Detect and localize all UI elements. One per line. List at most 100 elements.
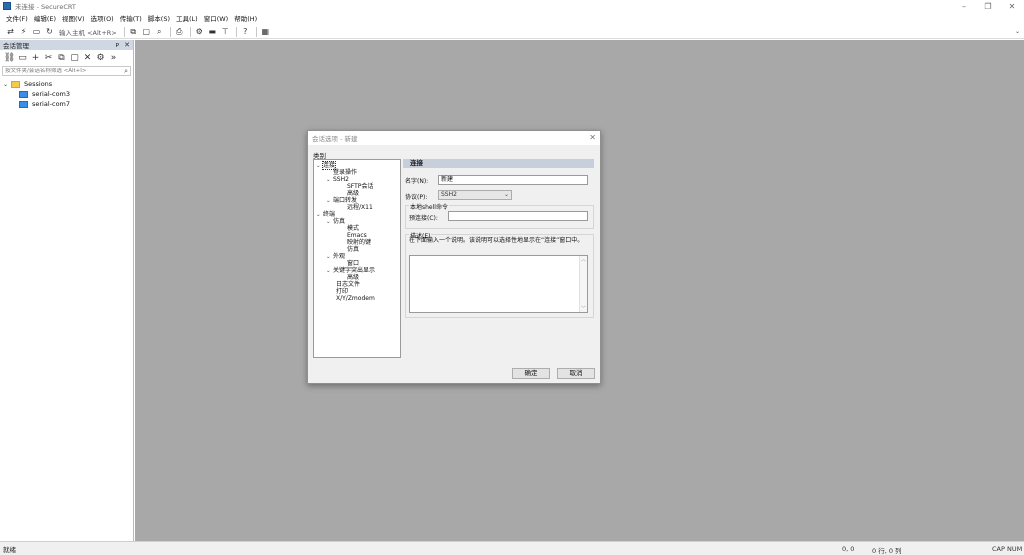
- keymap-icon[interactable]: ▬: [207, 26, 218, 37]
- preconnect-label: 预连接(C):: [409, 215, 438, 222]
- category-advanced[interactable]: 高级: [347, 190, 359, 197]
- cancel-button[interactable]: 取消: [557, 368, 595, 379]
- category-label-text: 仿真: [333, 218, 346, 225]
- menu-script[interactable]: 脚本(S): [148, 13, 170, 23]
- tile-icon[interactable]: ▦: [260, 26, 271, 37]
- dialog-close-icon[interactable]: ✕: [589, 133, 596, 142]
- category-remote-x11[interactable]: 远程/X11: [347, 204, 373, 211]
- category-emulation[interactable]: ⌄ 仿真: [326, 218, 345, 226]
- category-highlight-advanced[interactable]: 高级: [347, 274, 359, 281]
- category-emulation-advanced[interactable]: 仿真: [347, 246, 359, 253]
- status-bar: 就绪 0, 0 0 行, 0 列 CAP NUM: [0, 541, 1024, 555]
- delete-icon[interactable]: ✕: [82, 53, 93, 64]
- category-printing[interactable]: 打印: [336, 288, 348, 295]
- ok-button[interactable]: 确定: [512, 368, 550, 379]
- chevron-down-icon[interactable]: ⌄: [326, 177, 333, 184]
- menu-file[interactable]: 文件(F): [6, 13, 28, 23]
- cut-icon[interactable]: ✂: [43, 53, 54, 64]
- sftp-icon[interactable]: ⊤: [220, 26, 231, 37]
- print-icon[interactable]: ⎙: [174, 26, 185, 37]
- name-field[interactable]: 新建: [438, 175, 588, 185]
- category-label-text: 端口转发: [333, 197, 358, 204]
- session-manager-controls: ᴘ ✕: [115, 40, 130, 50]
- session-folder-label: Sessions: [24, 80, 53, 88]
- chevron-down-icon[interactable]: ⌄: [326, 268, 333, 275]
- title-bar: 未连接 - SecureCRT – ❐ ✕: [0, 0, 1024, 12]
- menu-edit[interactable]: 编辑(E): [34, 13, 56, 23]
- session-tree: ⌄ Sessions serial-com3 serial-com7: [0, 79, 133, 109]
- chevron-down-icon[interactable]: ⌄: [326, 198, 333, 205]
- session-item-label: serial-com3: [32, 90, 71, 98]
- chevron-down-icon[interactable]: ⌄: [326, 219, 333, 226]
- category-sftp-session[interactable]: SFTP会话: [347, 183, 373, 190]
- settings-icon[interactable]: ⚙: [194, 26, 205, 37]
- category-modes[interactable]: 模式: [347, 225, 359, 232]
- copy-icon[interactable]: ⧉: [128, 26, 139, 37]
- toolbar-separator: [169, 26, 171, 37]
- menu-options[interactable]: 选项(O): [91, 13, 114, 23]
- session-filter[interactable]: ⌕: [2, 66, 131, 76]
- toolbar-separator: [123, 26, 125, 37]
- category-login-actions[interactable]: 登录操作: [333, 169, 357, 176]
- chevron-down-icon[interactable]: ⌄: [326, 254, 333, 261]
- category-emacs[interactable]: Emacs: [347, 232, 367, 239]
- scrollbar[interactable]: ︿ ﹀: [579, 256, 587, 312]
- section-title: 连接: [403, 159, 594, 168]
- category-appearance[interactable]: ⌄ 外观: [326, 253, 345, 261]
- link-icon[interactable]: ⛓: [4, 53, 15, 64]
- menu-window[interactable]: 窗口(W): [204, 13, 229, 23]
- quick-connect-icon[interactable]: ⚡: [18, 26, 29, 37]
- find-icon[interactable]: ⌕: [154, 26, 165, 37]
- session-item-label: serial-com7: [32, 100, 71, 108]
- tab-icon[interactable]: ▭: [17, 53, 28, 64]
- menu-view[interactable]: 视图(V): [62, 13, 85, 23]
- category-label-text: 连接: [321, 161, 337, 170]
- close-window-button[interactable]: ✕: [1000, 0, 1024, 12]
- paste-session-icon[interactable]: ▢: [69, 53, 80, 64]
- properties-icon[interactable]: ⚙: [95, 53, 106, 64]
- protocol-label: 协议(P):: [405, 194, 428, 201]
- window-controls: – ❐ ✕: [952, 0, 1024, 12]
- chevron-down-icon[interactable]: ⌄: [316, 212, 323, 219]
- dialog-title-bar: 会话选项 - 新建 ✕: [308, 131, 600, 145]
- category-tree: ⌄ 连接 登录操作 ⌄ SSH2 SFTP会话 高级 ⌄ 端口转发 远程/X11 ⌄ 终…: [313, 159, 401, 358]
- session-filter-input[interactable]: [5, 68, 123, 74]
- menu-help[interactable]: 帮助(H): [234, 13, 257, 23]
- copy-session-icon[interactable]: ⧉: [56, 53, 67, 64]
- toolbar-overflow-icon[interactable]: ⌄: [1015, 28, 1020, 35]
- maximize-button[interactable]: ❐: [976, 0, 1000, 12]
- add-icon[interactable]: +: [30, 53, 41, 64]
- chevron-down-icon[interactable]: ⌄: [3, 81, 11, 88]
- scroll-down-icon[interactable]: ﹀: [581, 305, 586, 312]
- category-window[interactable]: 窗口: [347, 260, 359, 267]
- more-icon[interactable]: »: [108, 53, 119, 64]
- category-log-file[interactable]: 日志文件: [336, 281, 360, 288]
- reconnect-icon[interactable]: ↻: [44, 26, 55, 37]
- category-mapped-keys[interactable]: 映射的键: [347, 239, 371, 246]
- category-label-text: SSH2: [333, 176, 349, 183]
- scroll-up-icon[interactable]: ︿: [581, 256, 586, 263]
- session-item[interactable]: serial-com7: [0, 99, 133, 109]
- session-manager-panel: 会话管理 ᴘ ✕ ⛓ ▭ + ✂ ⧉ ▢ ✕ ⚙ » ⌕ ⌄ Sessions …: [0, 40, 134, 541]
- session-item[interactable]: serial-com3: [0, 89, 133, 99]
- menu-transfer[interactable]: 传输(T): [120, 13, 142, 23]
- pin-icon[interactable]: ᴘ: [115, 41, 119, 49]
- connect-icon[interactable]: ⇄: [5, 26, 16, 37]
- protocol-select[interactable]: SSH2 ⌄: [438, 190, 512, 200]
- search-icon[interactable]: ⌕: [124, 67, 128, 76]
- host-prompt[interactable]: 输入主机 <Alt+R>: [59, 27, 117, 37]
- category-ssh2[interactable]: ⌄ SSH2: [326, 176, 349, 184]
- connect-tab-icon[interactable]: ▭: [31, 26, 42, 37]
- monitor-icon: [19, 90, 28, 98]
- category-xyz-modem[interactable]: X/Y/Zmodem: [336, 295, 375, 302]
- session-folder-root[interactable]: ⌄ Sessions: [0, 79, 133, 89]
- menu-bar: 文件(F) 编辑(E) 视图(V) 选项(O) 传输(T) 脚本(S) 工具(L…: [0, 12, 1024, 24]
- preconnect-field[interactable]: [448, 211, 588, 221]
- paste-icon[interactable]: ▢: [141, 26, 152, 37]
- chevron-down-icon[interactable]: ⌄: [316, 163, 323, 170]
- menu-tools[interactable]: 工具(L): [176, 13, 198, 23]
- minimize-button[interactable]: –: [952, 0, 976, 12]
- close-panel-icon[interactable]: ✕: [124, 41, 130, 49]
- help-icon[interactable]: ?: [240, 26, 251, 37]
- description-textarea[interactable]: ︿ ﹀: [409, 255, 588, 313]
